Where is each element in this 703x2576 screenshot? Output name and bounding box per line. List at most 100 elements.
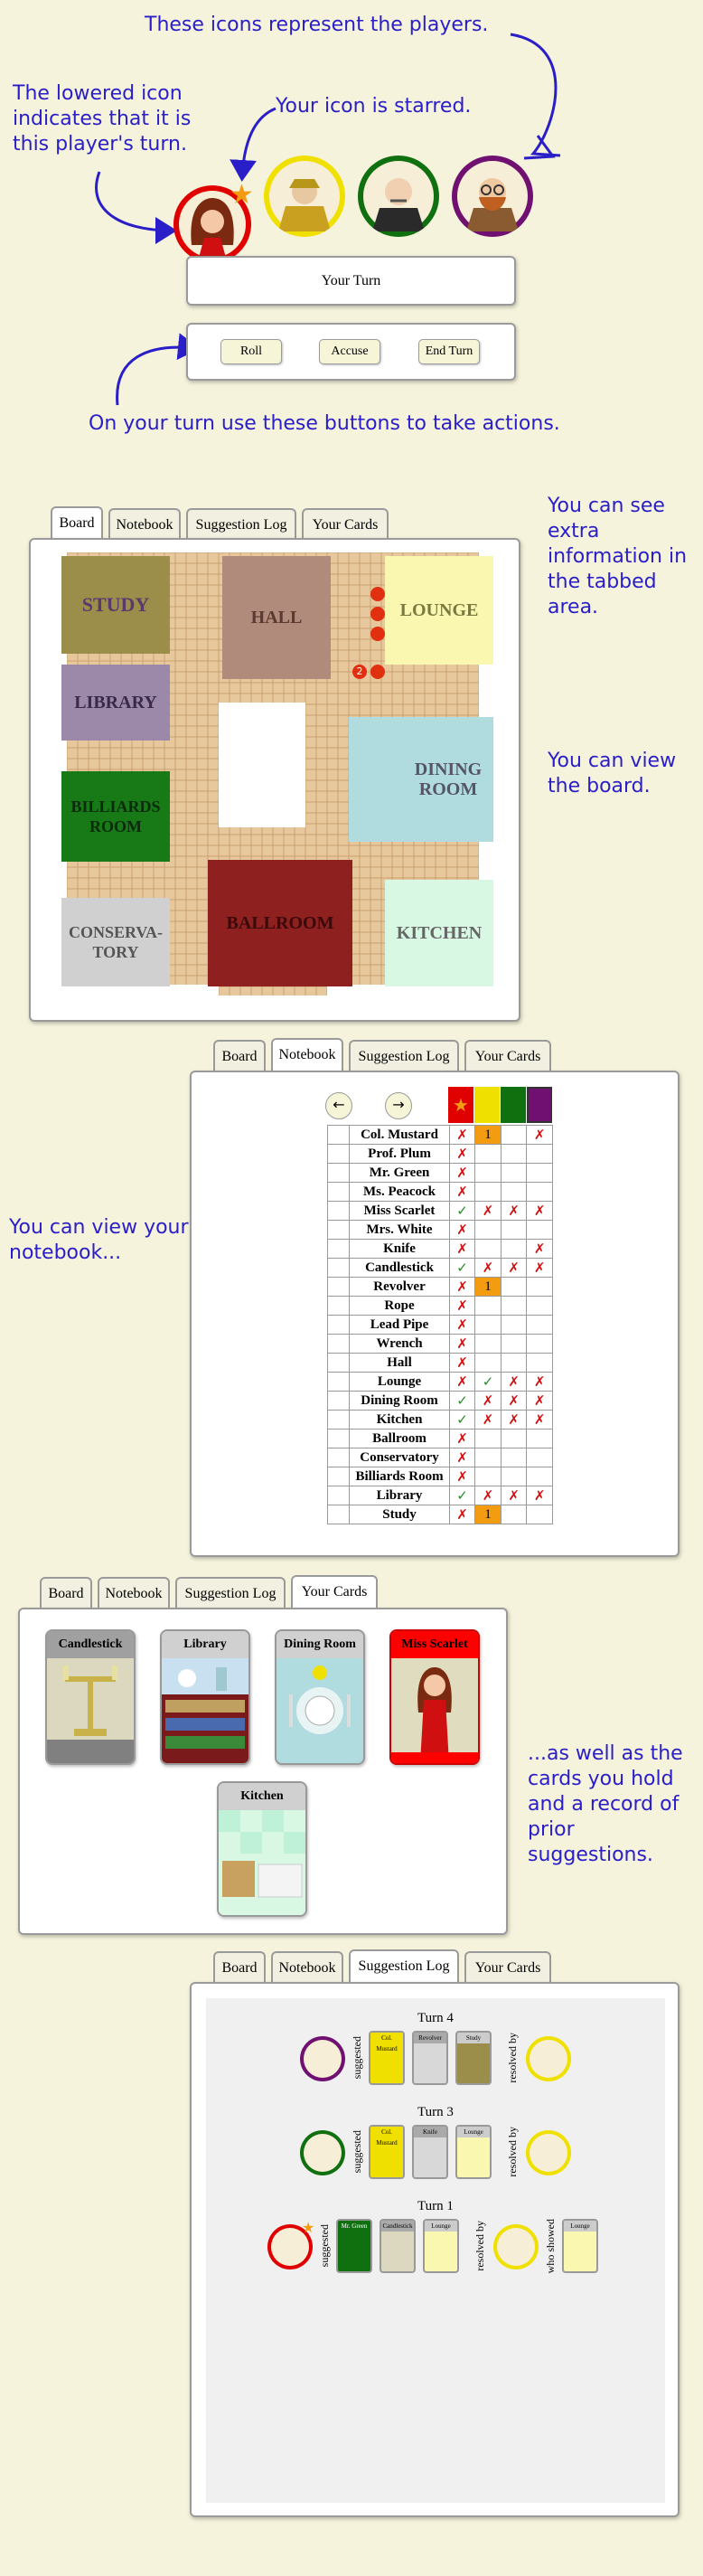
notebook-cell[interactable]: 1 bbox=[474, 1277, 501, 1297]
notebook-cell[interactable] bbox=[474, 1163, 501, 1183]
tab-board[interactable]: Board bbox=[51, 506, 103, 541]
tab-notebook[interactable]: Notebook bbox=[271, 1038, 343, 1072]
notebook-cell[interactable]: ✗ bbox=[500, 1258, 528, 1278]
notebook-cell[interactable]: ✗ bbox=[448, 1334, 476, 1354]
notebook-cell[interactable] bbox=[500, 1315, 528, 1335]
notebook-cell[interactable] bbox=[526, 1315, 553, 1335]
tab-your-cards[interactable]: Your Cards bbox=[464, 1951, 551, 1982]
notebook-cell[interactable] bbox=[500, 1429, 528, 1448]
notebook-cell[interactable]: ✗ bbox=[500, 1486, 528, 1505]
accuse-button[interactable]: Accuse bbox=[319, 339, 380, 364]
player-avatar-green[interactable] bbox=[358, 156, 439, 237]
tab-your-cards[interactable]: Your Cards bbox=[302, 508, 389, 539]
notebook-cell[interactable] bbox=[500, 1239, 528, 1259]
notebook-cell[interactable]: ✗ bbox=[474, 1258, 501, 1278]
tab-suggestion-log[interactable]: Suggestion Log bbox=[349, 1949, 459, 1984]
tab-your-cards[interactable]: Your Cards bbox=[464, 1040, 551, 1071]
tab-suggestion-log[interactable]: Suggestion Log bbox=[349, 1040, 459, 1071]
tab-board[interactable]: Board bbox=[213, 1040, 266, 1071]
notebook-cell[interactable] bbox=[500, 1448, 528, 1467]
notebook-cell[interactable] bbox=[500, 1334, 528, 1354]
tab-notebook[interactable]: Notebook bbox=[108, 508, 181, 539]
notebook-cell[interactable] bbox=[474, 1334, 501, 1354]
room-lounge[interactable]: LOUNGE bbox=[385, 556, 493, 665]
notebook-cell[interactable]: ✗ bbox=[448, 1144, 476, 1164]
notebook-cell[interactable] bbox=[526, 1144, 553, 1164]
room-conservatory[interactable]: CONSERVA-TORY bbox=[61, 898, 170, 986]
notebook-cell[interactable]: ✗ bbox=[448, 1353, 476, 1373]
notebook-cell[interactable] bbox=[526, 1467, 553, 1486]
notebook-cell[interactable]: 1 bbox=[474, 1125, 501, 1145]
card-miss-scarlet[interactable]: Miss Scarlet bbox=[389, 1629, 480, 1765]
notebook-cell[interactable]: ✗ bbox=[526, 1410, 553, 1430]
room-dining[interactable]: DINING ROOM bbox=[349, 717, 493, 842]
notebook-cell[interactable] bbox=[526, 1429, 553, 1448]
notebook-cell[interactable]: ✗ bbox=[474, 1391, 501, 1411]
notebook-cell[interactable]: ✗ bbox=[500, 1391, 528, 1411]
notebook-cell[interactable] bbox=[474, 1182, 501, 1202]
end-turn-button[interactable]: End Turn bbox=[418, 339, 480, 364]
room-hall[interactable]: HALL bbox=[222, 556, 331, 679]
notebook-cell[interactable] bbox=[526, 1353, 553, 1373]
notebook-cell[interactable]: ✗ bbox=[448, 1315, 476, 1335]
notebook-cell[interactable]: ✗ bbox=[448, 1125, 476, 1145]
notebook-cell[interactable]: ✗ bbox=[448, 1296, 476, 1316]
notebook-cell[interactable] bbox=[474, 1448, 501, 1467]
notebook-cell[interactable] bbox=[500, 1277, 528, 1297]
notebook-cell[interactable] bbox=[500, 1220, 528, 1240]
notebook-cell[interactable] bbox=[500, 1467, 528, 1486]
notebook-cell[interactable]: ✗ bbox=[448, 1448, 476, 1467]
notebook-cell[interactable]: ✗ bbox=[474, 1486, 501, 1505]
notebook-cell[interactable] bbox=[474, 1467, 501, 1486]
notebook-cell[interactable] bbox=[526, 1277, 553, 1297]
notebook-cell[interactable] bbox=[500, 1125, 528, 1145]
tab-your-cards[interactable]: Your Cards bbox=[291, 1575, 378, 1609]
player-avatar-mustard[interactable] bbox=[264, 156, 345, 237]
notebook-cell[interactable] bbox=[526, 1448, 553, 1467]
room-library[interactable]: LIBRARY bbox=[61, 665, 170, 741]
notebook-next-button[interactable]: → bbox=[385, 1092, 412, 1119]
notebook-cell[interactable] bbox=[526, 1163, 553, 1183]
notebook-cell[interactable] bbox=[500, 1144, 528, 1164]
notebook-cell[interactable] bbox=[474, 1239, 501, 1259]
notebook-cell[interactable] bbox=[474, 1220, 501, 1240]
notebook-cell[interactable]: ✓ bbox=[448, 1201, 476, 1221]
notebook-cell[interactable]: ✗ bbox=[448, 1182, 476, 1202]
room-ballroom[interactable]: BALLROOM bbox=[208, 860, 352, 986]
notebook-cell[interactable]: ✗ bbox=[526, 1201, 553, 1221]
notebook-cell[interactable]: ✓ bbox=[448, 1391, 476, 1411]
notebook-cell[interactable]: ✗ bbox=[448, 1429, 476, 1448]
card-library[interactable]: Library bbox=[160, 1629, 250, 1765]
tab-suggestion-log[interactable]: Suggestion Log bbox=[175, 1577, 286, 1608]
tab-board[interactable]: Board bbox=[40, 1577, 92, 1608]
notebook-cell[interactable]: ✗ bbox=[526, 1391, 553, 1411]
notebook-cell[interactable] bbox=[500, 1505, 528, 1524]
notebook-cell[interactable] bbox=[474, 1296, 501, 1316]
notebook-cell[interactable]: ✗ bbox=[448, 1467, 476, 1486]
notebook-cell[interactable]: ✗ bbox=[474, 1410, 501, 1430]
notebook-cell[interactable] bbox=[500, 1353, 528, 1373]
notebook-cell[interactable]: ✓ bbox=[448, 1486, 476, 1505]
notebook-cell[interactable]: ✗ bbox=[500, 1201, 528, 1221]
notebook-cell[interactable]: ✓ bbox=[448, 1258, 476, 1278]
notebook-cell[interactable]: ✓ bbox=[474, 1372, 501, 1392]
notebook-cell[interactable] bbox=[474, 1144, 501, 1164]
notebook-cell[interactable] bbox=[500, 1296, 528, 1316]
notebook-cell[interactable]: ✗ bbox=[526, 1372, 553, 1392]
notebook-cell[interactable]: ✗ bbox=[448, 1505, 476, 1524]
notebook-cell[interactable]: ✗ bbox=[526, 1125, 553, 1145]
tab-suggestion-log[interactable]: Suggestion Log bbox=[186, 508, 296, 539]
room-study[interactable]: STUDY bbox=[61, 556, 170, 654]
notebook-cell[interactable]: ✗ bbox=[448, 1239, 476, 1259]
notebook-cell[interactable] bbox=[526, 1182, 553, 1202]
tab-board[interactable]: Board bbox=[213, 1951, 266, 1982]
notebook-cell[interactable] bbox=[474, 1315, 501, 1335]
notebook-cell[interactable]: ✗ bbox=[526, 1486, 553, 1505]
notebook-cell[interactable] bbox=[526, 1296, 553, 1316]
notebook-cell[interactable]: ✗ bbox=[474, 1201, 501, 1221]
tab-notebook[interactable]: Notebook bbox=[271, 1951, 343, 1982]
notebook-cell[interactable] bbox=[526, 1220, 553, 1240]
card-candlestick[interactable]: Candlestick bbox=[45, 1629, 136, 1765]
notebook-cell[interactable]: ✗ bbox=[500, 1372, 528, 1392]
notebook-prev-button[interactable]: ← bbox=[325, 1092, 352, 1119]
